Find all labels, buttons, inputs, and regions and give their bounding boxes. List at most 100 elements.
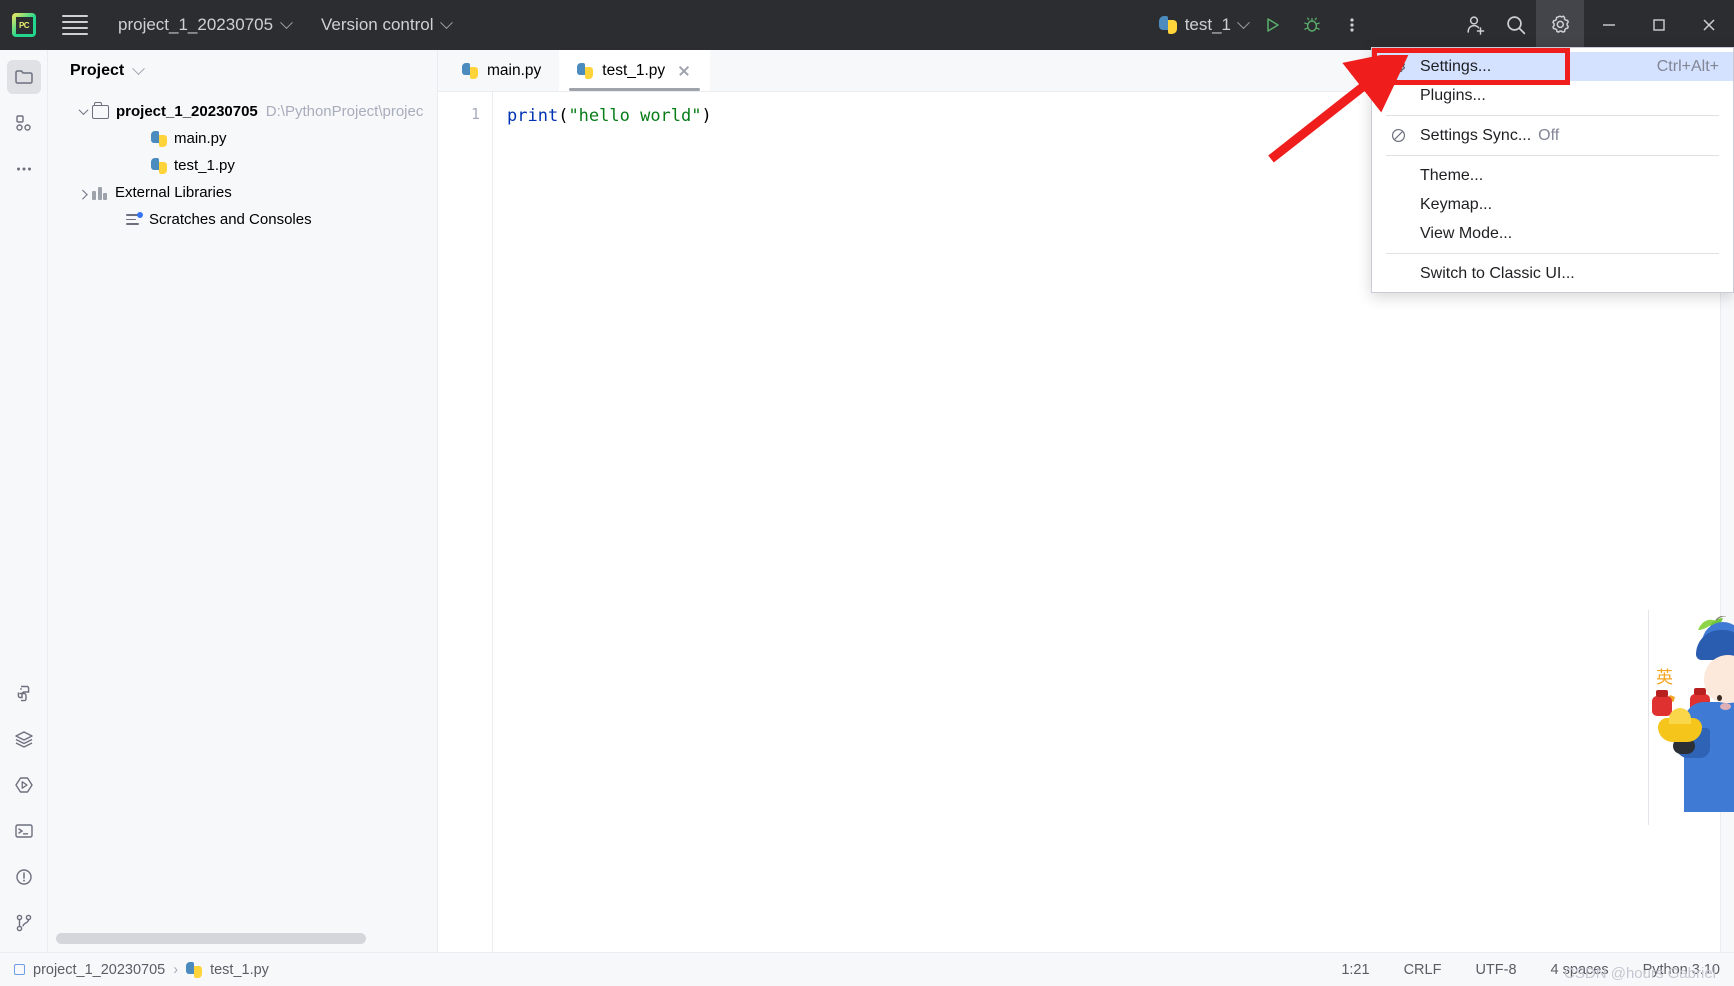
menu-item-view-mode[interactable]: View Mode...: [1372, 219, 1733, 248]
settings-button[interactable]: [1536, 0, 1584, 50]
tab-test1-py[interactable]: test_1.py: [559, 50, 711, 91]
search-button[interactable]: [1496, 0, 1536, 50]
menu-item-plugins[interactable]: Plugins...: [1372, 81, 1733, 110]
sidebar-item-commit[interactable]: [7, 106, 41, 140]
menu-item-theme[interactable]: Theme...: [1372, 161, 1733, 190]
tree-node-label: main.py: [174, 130, 227, 147]
tab-main-py[interactable]: main.py: [444, 50, 559, 91]
menu-item-label: Settings...: [1420, 57, 1492, 75]
menu-item-switch-classic-ui[interactable]: Switch to Classic UI...: [1372, 259, 1733, 288]
sidebar-item-run[interactable]: [7, 768, 41, 802]
expand-chevron-icon[interactable]: [74, 103, 92, 121]
caret-position[interactable]: 1:21: [1341, 962, 1369, 978]
menu-item-label: Plugins...: [1420, 86, 1486, 104]
branch-icon: [16, 914, 31, 932]
tree-node-scratches[interactable]: Scratches and Consoles: [48, 206, 437, 233]
breadcrumb-file-label: test_1.py: [210, 961, 269, 978]
run-button[interactable]: [1252, 0, 1292, 50]
main-menu-hamburger-icon[interactable]: [62, 12, 88, 38]
tree-node-test1-py[interactable]: test_1.py: [48, 152, 437, 179]
line-separator[interactable]: CRLF: [1404, 962, 1442, 978]
menu-item-shortcut: Ctrl+Alt+: [1656, 57, 1719, 75]
chevron-down-icon: [440, 15, 454, 29]
python-file-icon: [151, 157, 167, 174]
add-user-button[interactable]: [1456, 0, 1496, 50]
tab-label: main.py: [487, 61, 542, 79]
scratches-icon: [126, 212, 143, 227]
project-panel-header[interactable]: Project: [48, 50, 437, 92]
close-button[interactable]: [1684, 0, 1734, 50]
more-vertical-icon: [1350, 18, 1354, 32]
code-string-literal: "hello world": [568, 106, 702, 126]
run-icon: [1267, 18, 1279, 32]
debug-icon: [1304, 17, 1320, 32]
collapse-chevron-icon[interactable]: [74, 184, 92, 202]
tree-node-label: project_1_20230705: [116, 103, 258, 120]
file-encoding[interactable]: UTF-8: [1475, 962, 1516, 978]
python-packages-icon: [17, 685, 29, 702]
menu-item-settings-sync[interactable]: Settings Sync... Off: [1372, 121, 1733, 150]
menu-item-settings[interactable]: Settings... Ctrl+Alt+: [1372, 52, 1733, 81]
run-configuration-selector[interactable]: test_1: [1158, 15, 1250, 35]
tree-node-main-py[interactable]: main.py: [48, 125, 437, 152]
python-file-icon: [1158, 16, 1177, 34]
python-file-icon: [151, 130, 167, 147]
sidebar-item-problems[interactable]: [7, 860, 41, 894]
indent-setting[interactable]: 4 spaces: [1551, 962, 1609, 978]
status-bar: project_1_20230705 › test_1.py 1:21 CRLF…: [0, 952, 1734, 986]
scrollbar-thumb[interactable]: [56, 933, 366, 944]
module-icon: [14, 964, 25, 975]
menu-item-label: View Mode...: [1420, 224, 1513, 242]
minimize-button[interactable]: [1584, 0, 1634, 50]
menu-item-label: Switch to Classic UI...: [1420, 264, 1575, 282]
commit-icon: [15, 115, 31, 131]
breadcrumb-file[interactable]: test_1.py: [186, 961, 269, 978]
folder-icon: [14, 70, 33, 84]
menu-separator: [1386, 115, 1719, 116]
close-tab-icon[interactable]: [676, 63, 692, 79]
tree-node-project-root[interactable]: project_1_20230705 D:\PythonProject\proj…: [48, 98, 437, 125]
breadcrumb-project: project_1_20230705: [33, 961, 166, 978]
tab-label: test_1.py: [602, 61, 666, 79]
sidebar-item-terminal[interactable]: [7, 814, 41, 848]
chevron-down-icon: [1237, 15, 1250, 29]
terminal-icon: [14, 824, 33, 838]
tree-node-external-libraries[interactable]: External Libraries: [48, 179, 437, 206]
maximize-button[interactable]: [1634, 0, 1684, 50]
python-interpreter[interactable]: Python 3.10: [1643, 962, 1720, 978]
tree-node-label: Scratches and Consoles: [149, 211, 312, 228]
project-tool-window: Project project_1_20230705 D:\PythonProj…: [48, 50, 438, 952]
python-file-icon: [577, 62, 594, 79]
tree-node-label: External Libraries: [115, 184, 232, 201]
menu-item-label: Theme...: [1420, 166, 1484, 184]
tree-node-label: test_1.py: [174, 157, 235, 174]
sidebar-item-project[interactable]: [6, 60, 41, 94]
menu-item-keymap[interactable]: Keymap...: [1372, 190, 1733, 219]
run-configuration-label: test_1: [1184, 15, 1231, 34]
project-panel-hscrollbar[interactable]: [56, 933, 429, 944]
more-actions-button[interactable]: [1332, 0, 1372, 50]
project-panel-title: Project: [70, 62, 125, 79]
menu-separator: [1386, 155, 1719, 156]
menu-item-text: Settings Sync...: [1420, 126, 1532, 144]
menu-item-sub: Off: [1538, 126, 1560, 144]
search-icon: [1507, 16, 1526, 35]
breadcrumb[interactable]: project_1_20230705: [14, 962, 165, 978]
project-name-dropdown[interactable]: project_1_20230705: [118, 15, 293, 35]
sidebar-item-database[interactable]: [7, 722, 41, 756]
tree-node-path: D:\PythonProject\projec: [265, 103, 424, 120]
sidebar-item-version-control[interactable]: [7, 906, 41, 940]
layers-icon: [14, 731, 33, 748]
breadcrumb-separator: ›: [173, 961, 179, 978]
code-function-name: print: [507, 106, 559, 126]
gear-icon: [1552, 15, 1569, 33]
version-control-dropdown[interactable]: Version control: [321, 15, 454, 35]
debug-button[interactable]: [1292, 0, 1332, 50]
folder-icon: [92, 101, 109, 119]
sidebar-item-python-packages[interactable]: [7, 676, 41, 710]
settings-dropdown-menu: Settings... Ctrl+Alt+ Plugins... Setting…: [1371, 47, 1734, 293]
title-bar: PC project_1_20230705 Version control te…: [0, 0, 1734, 50]
maximize-icon: [1653, 19, 1665, 31]
code-paren-close: ): [701, 106, 712, 126]
sidebar-item-more[interactable]: [7, 152, 41, 186]
